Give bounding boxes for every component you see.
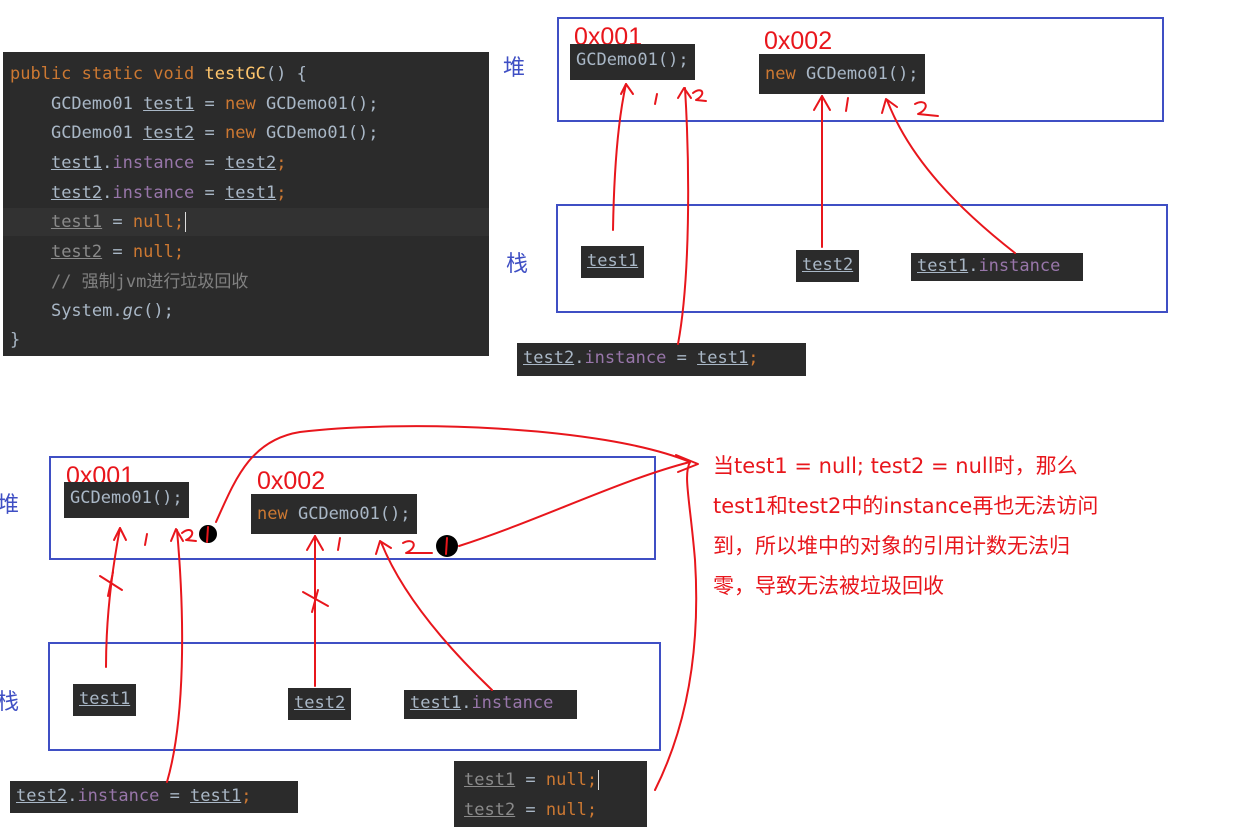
ref-arrow-instance-to-obj2-b xyxy=(375,540,493,691)
curved-arrow-to-note xyxy=(215,425,699,791)
ref-arrow-test2-to-obj2 xyxy=(813,95,831,248)
ref-count-marks-2 xyxy=(144,525,458,557)
ref-arrow-assign-to-obj1-b xyxy=(166,528,184,783)
ref-arrow-test1-to-obj1 xyxy=(612,83,634,231)
ref-arrow-test1-to-obj1-b xyxy=(105,527,127,668)
handwritten-annotations xyxy=(99,83,1016,791)
ref-arrow-test2-to-obj2-b xyxy=(306,535,324,687)
ref-arrow-instance-to-obj2 xyxy=(881,98,1016,254)
ref-count-marks-1 xyxy=(654,89,939,117)
ref-arrow-assign-to-obj1 xyxy=(677,87,692,345)
